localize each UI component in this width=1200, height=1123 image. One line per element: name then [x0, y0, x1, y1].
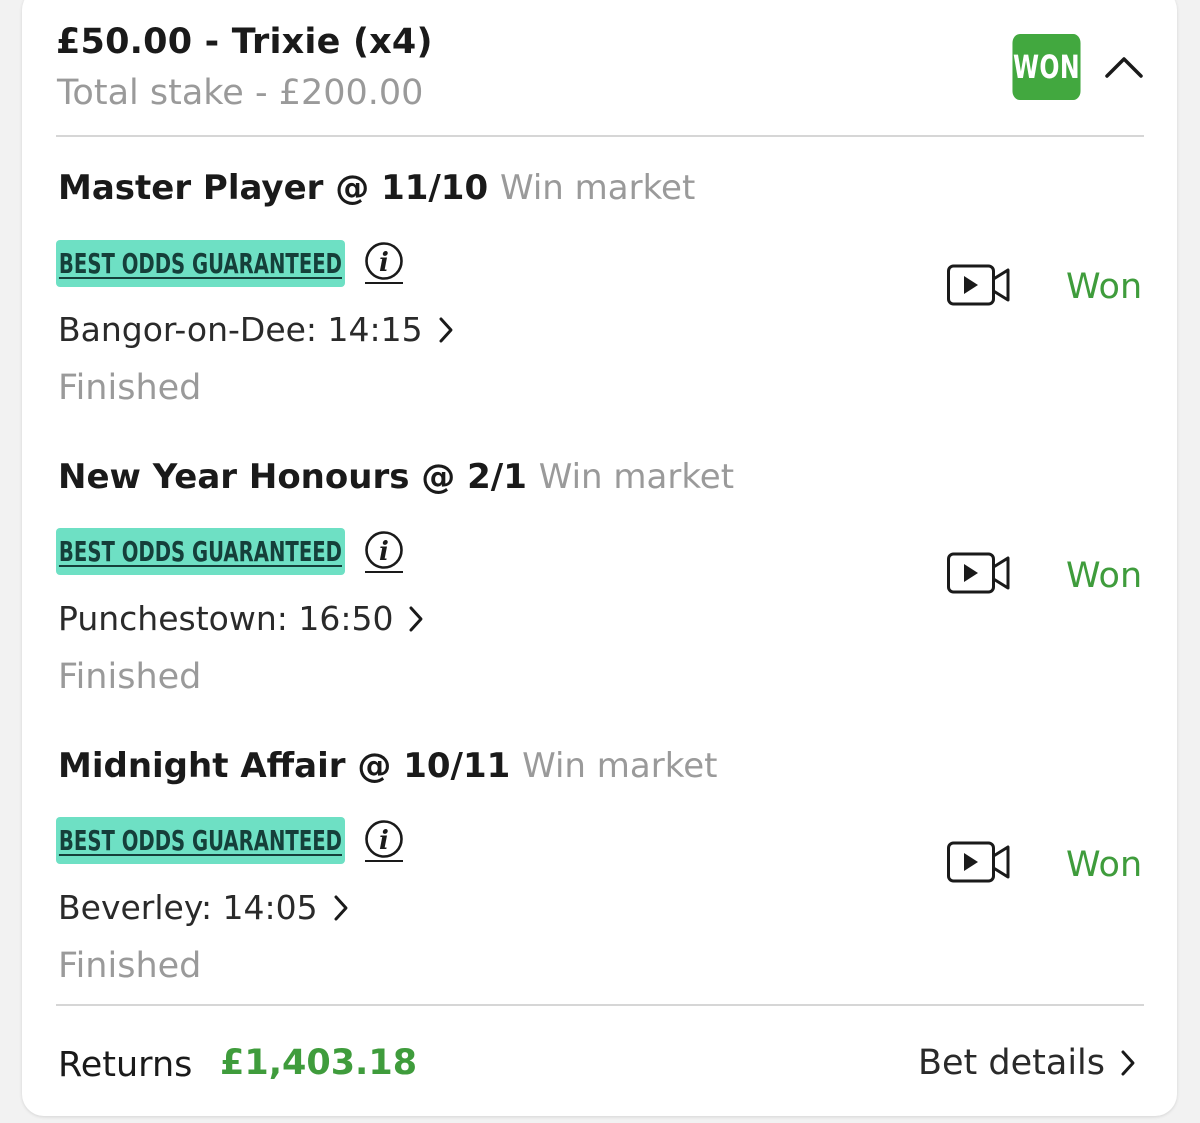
event-link[interactable]: Punchestown: 16:50 [58, 599, 425, 638]
bet-details-link[interactable]: Bet details [918, 1043, 1137, 1083]
event-label: Bangor-on-Dee: 14:15 [58, 310, 423, 349]
best-odds-guaranteed-badge[interactable]: BEST ODDS GUARANTEED [56, 817, 345, 864]
event-link[interactable]: Beverley: 14:05 [58, 888, 350, 927]
market-label: Win market [499, 168, 696, 208]
runner-odds: Master Player @ 11/10 [58, 168, 489, 208]
chevron-right-icon [334, 895, 348, 920]
chevron-up-icon[interactable] [1103, 50, 1145, 82]
event-label: Punchestown: 16:50 [58, 599, 394, 638]
info-icon[interactable]: i [363, 240, 405, 286]
video-icon[interactable] [946, 839, 1012, 885]
chevron-right-icon [439, 317, 453, 342]
status-badge: WON [1012, 34, 1081, 100]
event-status: Finished [58, 946, 202, 986]
market-label: Win market [522, 746, 718, 786]
runner-odds: New Year Honours @ 2/1 [58, 457, 527, 497]
best-odds-guaranteed-badge[interactable]: BEST ODDS GUARANTEED [56, 240, 345, 287]
chevron-right-icon [409, 606, 423, 631]
svg-text:i: i [379, 248, 389, 278]
event-status: Finished [58, 368, 202, 408]
selection-title: Midnight Affair @ 10/11 Win market [58, 746, 717, 786]
selection-title: Master Player @ 11/10 Win market [58, 168, 695, 208]
info-icon[interactable]: i [363, 529, 405, 575]
info-icon[interactable]: i [363, 818, 405, 864]
returns-label: Returns [58, 1045, 193, 1085]
returns-value: £1,403.18 [220, 1043, 418, 1083]
event-link[interactable]: Bangor-on-Dee: 14:15 [58, 310, 455, 349]
selection-result: Won [1066, 556, 1143, 596]
event-status: Finished [58, 657, 202, 697]
bet-title: £50.00 - Trixie (x4) [56, 22, 433, 62]
event-label: Beverley: 14:05 [58, 888, 318, 927]
svg-text:i: i [379, 826, 389, 856]
selection-title: New Year Honours @ 2/1 Win market [58, 457, 734, 497]
selection-result: Won [1066, 845, 1143, 885]
bog-label: BEST ODDS GUARANTEED [58, 247, 343, 280]
header-divider [56, 135, 1144, 137]
video-icon[interactable] [946, 262, 1012, 308]
chevron-right-icon [1121, 1050, 1135, 1076]
video-icon[interactable] [946, 550, 1012, 596]
svg-text:i: i [379, 537, 389, 567]
total-stake: Total stake - £200.00 [57, 73, 424, 113]
runner-odds: Midnight Affair @ 10/11 [58, 746, 511, 786]
footer-divider [56, 1004, 1144, 1006]
market-label: Win market [538, 457, 735, 497]
bog-label: BEST ODDS GUARANTEED [58, 824, 343, 857]
selection-result: Won [1066, 267, 1143, 307]
best-odds-guaranteed-badge[interactable]: BEST ODDS GUARANTEED [56, 528, 345, 575]
bog-label: BEST ODDS GUARANTEED [58, 535, 343, 568]
bet-details-label: Bet details [918, 1043, 1105, 1083]
